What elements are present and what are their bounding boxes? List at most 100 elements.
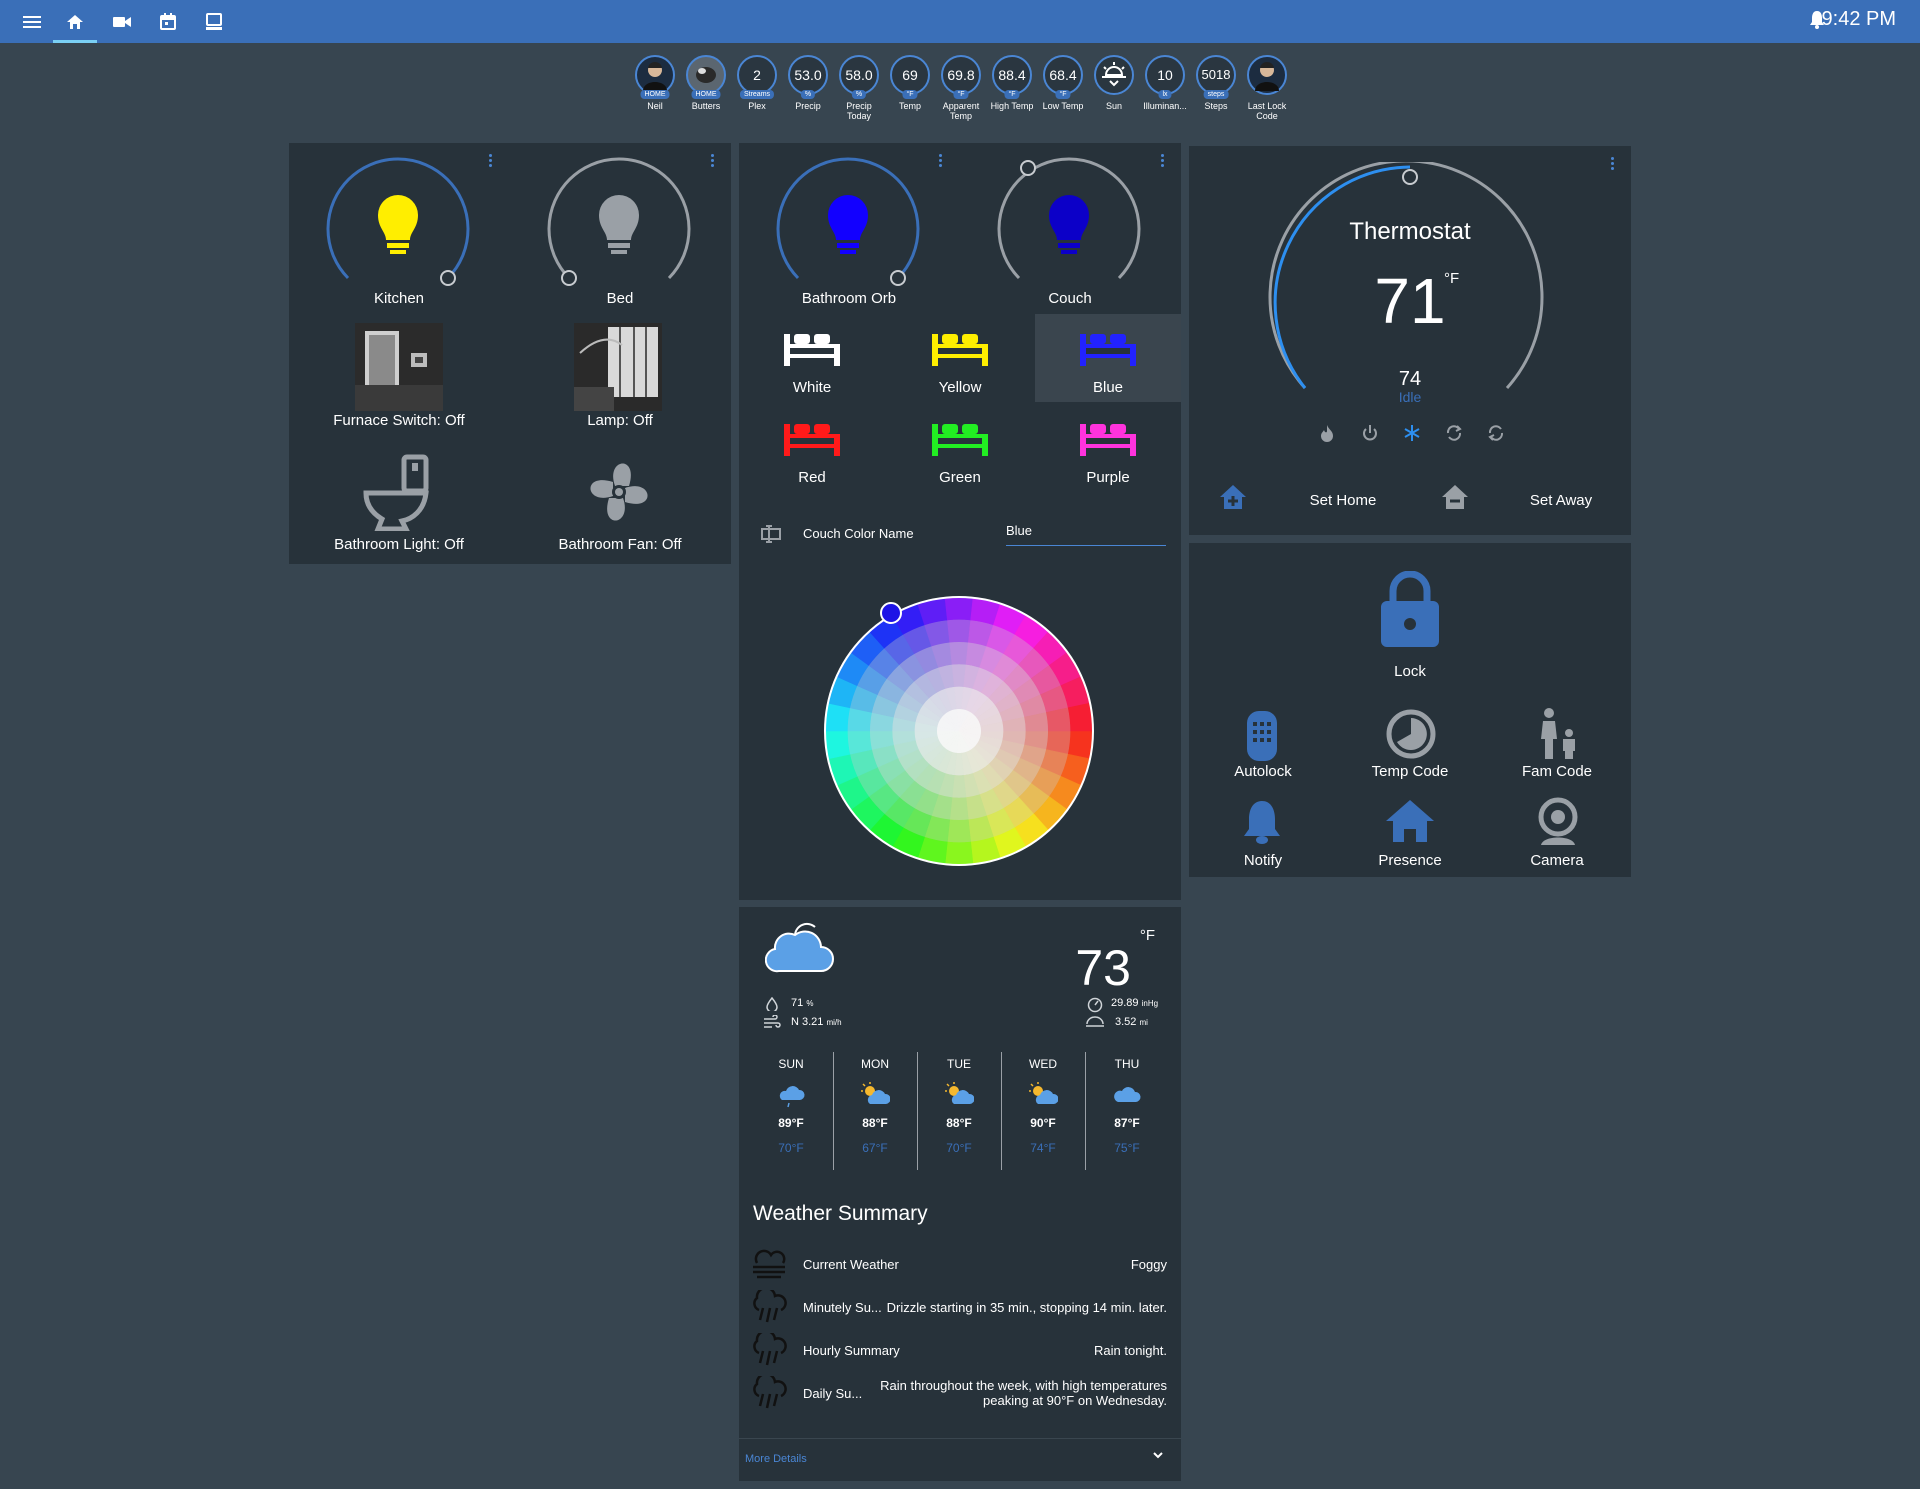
home-away-icon[interactable] bbox=[1441, 484, 1469, 510]
camera-tab-icon[interactable] bbox=[110, 10, 134, 34]
bed-icon bbox=[1080, 334, 1136, 366]
summary-row[interactable]: Minutely Su... Drizzle starting in 35 min… bbox=[739, 1290, 1181, 1330]
scene-white-button[interactable]: White bbox=[739, 314, 885, 402]
badge-label: Temp bbox=[898, 101, 921, 111]
color-wheel-segment[interactable] bbox=[946, 619, 972, 643]
toilet-icon[interactable] bbox=[362, 453, 436, 531]
more-menu-icon[interactable] bbox=[1161, 154, 1165, 169]
setpoint-handle[interactable] bbox=[1402, 169, 1418, 185]
color-wheel-segment[interactable] bbox=[946, 819, 972, 843]
color-wheel-segment[interactable] bbox=[1067, 702, 1094, 732]
temperature-unit: °F bbox=[1139, 927, 1155, 944]
sun-horizon-icon bbox=[1094, 55, 1134, 95]
scene-green-button[interactable]: Green bbox=[887, 404, 1033, 492]
badge-high-temp[interactable]: 88.4 °F High Temp bbox=[987, 55, 1037, 111]
scene-label: Green bbox=[939, 469, 981, 486]
color-wheel-segment[interactable] bbox=[949, 641, 969, 665]
visibility-icon bbox=[1086, 1016, 1104, 1027]
couch-color-select[interactable]: Blue bbox=[1006, 521, 1166, 546]
color-wheel-segment[interactable] bbox=[944, 596, 974, 621]
lock-label: Lock bbox=[1394, 663, 1426, 680]
dial-handle[interactable] bbox=[890, 270, 906, 286]
calendar-tab-icon[interactable] bbox=[156, 10, 180, 34]
bell-notify-icon[interactable] bbox=[1241, 799, 1283, 845]
color-wheel-marker[interactable] bbox=[880, 602, 902, 624]
auto-cycle-icon[interactable] bbox=[1445, 424, 1463, 442]
lock-icon[interactable] bbox=[1379, 571, 1441, 649]
home-tab-icon[interactable] bbox=[63, 10, 87, 34]
furnace-switch-image[interactable] bbox=[355, 323, 443, 411]
scene-red-button[interactable]: Red bbox=[739, 404, 885, 492]
dial-handle[interactable] bbox=[561, 270, 577, 286]
heat-flame-icon[interactable] bbox=[1319, 424, 1335, 442]
more-details-link[interactable]: More Details bbox=[745, 1453, 807, 1465]
bed-icon bbox=[1080, 424, 1136, 456]
dial-handle[interactable] bbox=[440, 270, 456, 286]
badge-precip-today[interactable]: 58.0% Precip Today bbox=[834, 55, 884, 121]
bed-brightness-dial[interactable] bbox=[545, 156, 693, 296]
summary-row[interactable]: Hourly Summary Rain tonight. bbox=[739, 1333, 1181, 1373]
badge-label: Butters bbox=[691, 101, 721, 111]
forecast-day: WED 90°F 74°F bbox=[1001, 1052, 1086, 1170]
scene-blue-button[interactable]: Blue bbox=[1035, 314, 1181, 402]
badge-illuminance[interactable]: 10 lx Illuminan... bbox=[1140, 55, 1190, 111]
dial-handle[interactable] bbox=[1020, 160, 1036, 176]
color-wheel-segment[interactable] bbox=[944, 841, 974, 866]
color-wheel-segment[interactable] bbox=[949, 797, 969, 821]
set-home-button[interactable]: Set Home bbox=[1283, 492, 1403, 509]
color-wheel-segment[interactable] bbox=[824, 702, 851, 732]
fan-icon[interactable] bbox=[580, 453, 658, 531]
badge-sun[interactable]: Sun bbox=[1089, 55, 1139, 111]
badge-plex[interactable]: 2 Streams Plex bbox=[732, 55, 782, 111]
set-away-button[interactable]: Set Away bbox=[1501, 492, 1621, 509]
presence-label: Presence bbox=[1378, 852, 1442, 869]
home-presence-icon[interactable] bbox=[1385, 799, 1435, 843]
badge-apparent-temp[interactable]: 69.8 °F Apparent Temp bbox=[936, 55, 986, 121]
forecast-day-name: THU bbox=[1114, 1057, 1140, 1071]
avatar: HOME bbox=[635, 55, 675, 99]
summary-label: Current Weather bbox=[803, 1257, 899, 1272]
badge-butters[interactable]: HOME Butters bbox=[681, 55, 731, 111]
scene-purple-button[interactable]: Purple bbox=[1035, 404, 1181, 492]
scene-yellow-button[interactable]: Yellow bbox=[887, 314, 1033, 402]
badge-low-temp[interactable]: 68.4 °F Low Temp bbox=[1038, 55, 1088, 111]
lamp-image[interactable] bbox=[574, 323, 662, 411]
webcam-icon[interactable] bbox=[1535, 797, 1581, 847]
timer-clock-icon[interactable] bbox=[1385, 708, 1437, 760]
more-menu-icon[interactable] bbox=[711, 154, 715, 169]
summary-row[interactable]: Current Weather Foggy bbox=[739, 1247, 1181, 1287]
kitchen-brightness-dial[interactable] bbox=[324, 156, 472, 296]
power-icon[interactable] bbox=[1361, 424, 1379, 442]
forecast-day: SUN 89°F 70°F bbox=[749, 1052, 834, 1170]
badge-unit: lx bbox=[1158, 90, 1172, 99]
furnace-switch-label: Furnace Switch: Off bbox=[333, 412, 465, 429]
chevron-down-icon[interactable] bbox=[1152, 1451, 1164, 1461]
divider bbox=[739, 1438, 1181, 1439]
snowflake-cool-icon[interactable] bbox=[1403, 424, 1421, 442]
home-plus-icon[interactable] bbox=[1219, 484, 1247, 510]
partly-cloudy-icon bbox=[945, 1082, 974, 1104]
server-tab-icon[interactable] bbox=[202, 10, 226, 34]
badge-last-lock-code[interactable]: Last Lock Code bbox=[1242, 55, 1292, 121]
more-menu-icon[interactable] bbox=[489, 154, 493, 169]
family-icon[interactable] bbox=[1535, 707, 1583, 761]
color-wheel[interactable] bbox=[821, 593, 1097, 869]
badge-temp[interactable]: 69 °F Temp bbox=[885, 55, 935, 111]
more-menu-icon[interactable] bbox=[939, 154, 943, 169]
color-wheel-segment[interactable] bbox=[1067, 730, 1094, 760]
couch-light-dial[interactable] bbox=[995, 156, 1143, 296]
summary-row[interactable]: Daily Su... Rain throughout the week, wi… bbox=[739, 1376, 1181, 1416]
bathroom-orb-dial[interactable] bbox=[774, 156, 922, 296]
badge-precip[interactable]: 53.0% Precip bbox=[783, 55, 833, 111]
fan-mode-icon[interactable] bbox=[1487, 424, 1505, 442]
badge-unit: °F bbox=[953, 90, 969, 99]
keypad-remote-icon[interactable] bbox=[1246, 710, 1278, 762]
partly-cloudy-icon bbox=[1029, 1082, 1058, 1104]
color-wheel-segment[interactable] bbox=[824, 730, 851, 760]
more-menu-icon[interactable] bbox=[1611, 157, 1615, 172]
badge-steps[interactable]: 5018 steps Steps bbox=[1191, 55, 1241, 111]
badge-neil[interactable]: HOME Neil bbox=[630, 55, 680, 111]
scene-label: Purple bbox=[1086, 469, 1130, 486]
badge-value: 53.0% bbox=[788, 55, 828, 99]
menu-icon[interactable] bbox=[20, 10, 44, 34]
